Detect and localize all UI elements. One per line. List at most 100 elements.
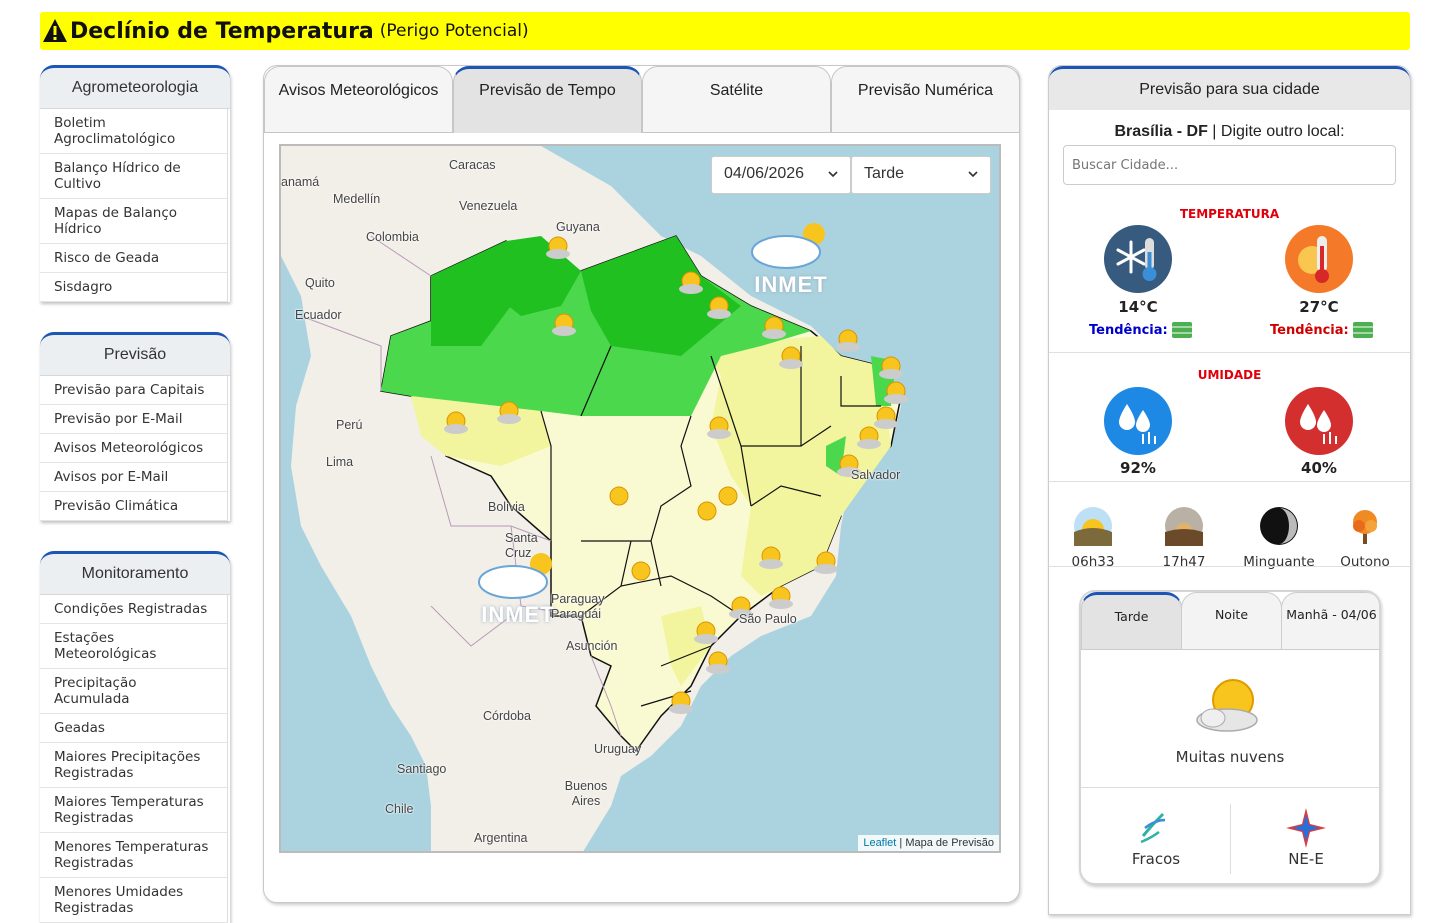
temp-max-value: 27°C	[1299, 298, 1339, 316]
temp-min-value: 14°C	[1118, 298, 1158, 316]
menu-item[interactable]: Balanço Hídrico de Cultivo	[40, 154, 228, 199]
inmet-logo: INMET	[473, 546, 563, 628]
tab-manha[interactable]: Manhã - 04/06	[1281, 592, 1379, 650]
map-label: Lima	[326, 455, 354, 469]
menu-title: Previsão	[40, 332, 230, 376]
tab-noite[interactable]: Noite	[1181, 592, 1282, 650]
moon-phase: Minguante	[1239, 506, 1319, 570]
map-label: Venezuela	[459, 199, 518, 213]
period-select[interactable]: Tarde	[851, 156, 991, 194]
map-label: Ecuador	[295, 308, 342, 322]
menu-item[interactable]: Sisdagro	[40, 273, 228, 302]
sunset-time: 17h47	[1162, 554, 1206, 570]
tab-avisos[interactable]: Avisos Meteorológicos	[264, 66, 453, 133]
map-label: Guyana	[556, 220, 600, 234]
inmet-logo: INMET	[746, 216, 836, 298]
map-label: São Paulo	[739, 612, 797, 626]
sunrise: 06h33	[1053, 506, 1133, 570]
menu-previsao: Previsão Previsão para Capitais Previsão…	[40, 332, 230, 521]
leaflet-link[interactable]: Leaflet	[863, 837, 896, 849]
city-forecast-panel: Previsão para sua cidade Brasília - DF |…	[1048, 65, 1411, 915]
forecast-description: Muitas nuvens	[1175, 748, 1285, 766]
menu-item[interactable]: Condições Registradas	[40, 595, 228, 624]
tab-previsao-tempo[interactable]: Previsão de Tempo	[453, 66, 642, 133]
menu-title: Agrometeorologia	[40, 65, 230, 109]
sunset-icon	[1165, 507, 1203, 546]
tab-previsao-numerica[interactable]: Previsão Numérica	[831, 66, 1020, 133]
map-label: Caracas	[449, 158, 496, 172]
inmet-logo-text: INMET	[481, 602, 555, 627]
humidity-min-value: 40%	[1301, 459, 1337, 477]
menu-agrometeorologia: Agrometeorologia Boletim Agroclimatológi…	[40, 65, 230, 302]
moon-icon	[1260, 507, 1298, 545]
panel-title: Previsão para sua cidade	[1049, 66, 1410, 110]
alert-banner[interactable]: Declínio de Temperatura (Perigo Potencia…	[40, 12, 1410, 50]
inmet-logo-text: INMET	[754, 272, 828, 297]
map-label: Colombia	[366, 230, 419, 244]
autumn-tree-icon	[1353, 510, 1377, 544]
menu-item[interactable]: Maiores Precipitações Registradas	[40, 743, 228, 788]
menu-item[interactable]: Menores Temperaturas Registradas	[40, 833, 228, 878]
season-label: Outono	[1340, 554, 1390, 570]
warning-icon	[43, 19, 67, 42]
wind-icon	[1140, 812, 1166, 844]
date-select[interactable]: 04/06/2026	[711, 156, 851, 194]
period-forecast-card: Tarde Noite Manhã - 04/06 Muitas nuvens …	[1079, 590, 1381, 885]
menu-item[interactable]: Previsão Climática	[40, 492, 228, 521]
menu-item[interactable]: Estações Meteorológicas	[40, 624, 228, 669]
date-select-value: 04/06/2026	[724, 165, 805, 182]
menu-item[interactable]: Precipitação Acumulada	[40, 669, 228, 714]
menu-monitoramento: Monitoramento Condições Registradas Esta…	[40, 551, 230, 923]
menu-item[interactable]: Mapas de Balanço Hídrico	[40, 199, 228, 244]
humidity-max-value: 92%	[1120, 459, 1156, 477]
wind-direction: NE-E	[1288, 850, 1324, 868]
city-search-input[interactable]	[1063, 145, 1396, 185]
temp-min-trend: Tendência:	[1089, 322, 1192, 338]
moon-phase-label: Minguante	[1243, 554, 1315, 570]
main-tabs: Avisos Meteorológicos Previsão de Tempo …	[264, 66, 1021, 133]
trend-stable-icon	[1352, 322, 1373, 338]
cloud-sun-icon	[751, 223, 825, 269]
menu-item[interactable]: Geadas	[40, 714, 228, 743]
map-label: Argentina	[474, 831, 528, 845]
divider	[1049, 481, 1410, 482]
menu-item[interactable]: Avisos Meteorológicos	[40, 434, 228, 463]
attribution-text: | Mapa de Previsão	[899, 837, 994, 849]
map-label: Bolivia	[488, 500, 525, 514]
city-name: Brasília - DF	[1114, 123, 1208, 140]
sunrise-icon	[1074, 507, 1112, 546]
forecast-map[interactable]: Caracas Medellín Venezuela Colombia Guya…	[279, 144, 1001, 853]
map-label: Perú	[336, 418, 363, 432]
tab-tarde[interactable]: Tarde	[1081, 592, 1182, 650]
menu-item[interactable]: Previsão por E-Mail	[40, 405, 228, 434]
map-label: Córdoba	[483, 709, 531, 723]
compass-rose-icon	[1286, 808, 1326, 848]
map-label: Uruguay	[594, 742, 642, 756]
map-label: Salvador	[851, 468, 901, 482]
alert-subtitle: (Perigo Potencial)	[379, 21, 529, 41]
trend-label: Tendência:	[1270, 322, 1349, 338]
temp-max-trend: Tendência:	[1270, 322, 1373, 338]
menu-item[interactable]: Avisos por E-Mail	[40, 463, 228, 492]
alert-title: Declínio de Temperatura	[70, 18, 374, 44]
humidity-low-icon	[1285, 387, 1353, 455]
city-suffix: | Digite outro local:	[1212, 123, 1345, 140]
forecast-panel: Avisos Meteorológicos Previsão de Tempo …	[263, 65, 1020, 903]
menu-item[interactable]: Risco de Geada	[40, 244, 228, 273]
menu-item[interactable]: Maiores Temperaturas Registradas	[40, 788, 228, 833]
divider	[1049, 352, 1410, 353]
map-label: Chile	[385, 802, 414, 816]
menu-item[interactable]: Boletim Agroclimatológico	[40, 109, 228, 154]
cloudy-sun-icon	[1196, 679, 1258, 732]
humidity-title: UMIDADE	[1197, 368, 1262, 382]
current-city: Brasília - DF | Digite outro local:	[1049, 123, 1410, 141]
chevron-down-icon	[828, 171, 838, 178]
menu-item[interactable]: Previsão para Capitais	[40, 376, 228, 405]
humidity-high-icon	[1104, 387, 1172, 455]
map-label: Santiago	[397, 762, 447, 776]
chevron-down-icon	[968, 171, 978, 178]
menu-item[interactable]: Menores Umidades Registradas	[40, 878, 228, 923]
tab-satelite[interactable]: Satélite	[642, 66, 831, 133]
period-select-value: Tarde	[864, 165, 905, 182]
snowflake-thermometer-icon	[1104, 225, 1172, 293]
